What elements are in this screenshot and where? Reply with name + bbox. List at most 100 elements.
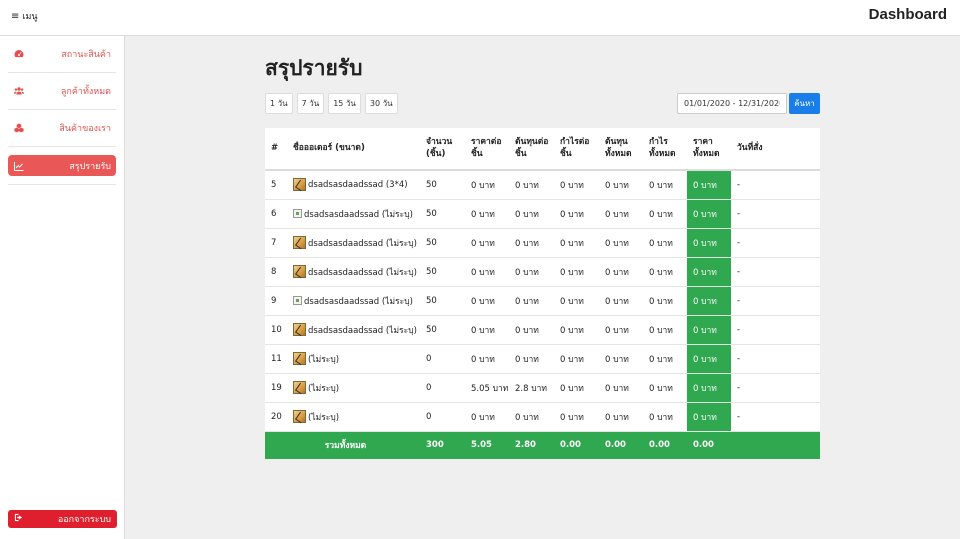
sidebar-item-revenue-summary[interactable]: สรุปรายรับ — [8, 155, 116, 176]
cell-order-date: - — [731, 199, 820, 229]
revenue-table: # ชื่อออเดอร์ (ขนาด) จำนวน (ชิ้น) ราคาต่… — [265, 128, 820, 459]
logout-button[interactable]: ออกจากระบบ — [8, 510, 117, 528]
cell-total-cost: 0 บาท — [599, 170, 643, 200]
table-row: 7 dsadsasdaadssad (ไม่ระบุ) 50 0 บาท 0 บาท 0 … — [265, 228, 820, 258]
cell-order-name: (ไม่ระบุ) — [287, 402, 420, 432]
cell-unit-price: 0 บาท — [465, 286, 509, 316]
order-name-wrap: (ไม่ระบุ) — [293, 352, 420, 366]
table-row: 20 (ไม่ระบุ) 0 0 บาท 0 บาท 0 บาท 0 บาท 0 บาท 0 บ… — [265, 402, 820, 432]
cell-index: 11 — [265, 344, 287, 374]
filter-7-days-button[interactable]: 7 วัน — [296, 93, 325, 114]
cell-unit-price: 0 บาท — [465, 344, 509, 374]
header-unit-price: ราคาต่อ ชิ้น — [465, 128, 509, 171]
cell-quantity: 0 — [420, 402, 465, 432]
cell-index: 7 — [265, 228, 287, 258]
cell-unit-profit: 0 บาท — [554, 199, 599, 229]
filter-15-days-button[interactable]: 15 วัน — [328, 93, 361, 114]
product-thumbnail-icon — [293, 178, 306, 192]
cell-order-name: dsadsasdaadssad (ไม่ระบุ) — [287, 315, 420, 345]
cell-order-name: (ไม่ระบุ) — [287, 373, 420, 403]
order-name-wrap: (ไม่ระบุ) — [293, 410, 420, 424]
sidebar-item-label: สินค้าของเรา — [59, 124, 111, 134]
period-filter-group: 1 วัน 7 วัน 15 วัน 30 วัน — [265, 93, 398, 114]
cubes-icon — [13, 122, 25, 134]
header-index: # — [265, 128, 287, 171]
menu-toggle-button[interactable]: ≡ เมนู — [11, 9, 38, 23]
cell-total-cost: 0 บาท — [599, 257, 643, 287]
order-name-wrap: dsadsasdaadssad (ไม่ระบุ) — [293, 294, 420, 308]
table-row: 11 (ไม่ระบุ) 0 0 บาท 0 บาท 0 บาท 0 บาท 0 บาท 0 บ… — [265, 344, 820, 374]
totals-label: รวมทั้งหมด — [265, 431, 420, 459]
cell-order-date: - — [731, 315, 820, 345]
cell-quantity: 50 — [420, 228, 465, 258]
header-quantity: จำนวน (ชิ้น) — [420, 128, 465, 171]
cell-unit-price: 0 บาท — [465, 170, 509, 200]
brand-title: Dashboard — [868, 6, 947, 23]
sidebar-item-label: สรุปรายรับ — [69, 161, 111, 172]
cell-order-name: (ไม่ระบุ) — [287, 344, 420, 374]
cell-unit-price: 0 บาท — [465, 257, 509, 287]
search-button[interactable]: ค้นหา — [789, 93, 820, 114]
table-totals-row: รวมทั้งหมด 300 5.05 2.80 0.00 0.00 0.00 … — [265, 431, 820, 459]
top-bar: ≡ เมนู Dashboard — [0, 0, 960, 36]
cell-total-cost: 0 บาท — [599, 315, 643, 345]
cell-unit-cost: 0 บาท — [509, 257, 554, 287]
sidebar-item-label: ลูกค้าทั้งหมด — [60, 87, 111, 97]
cell-total-profit: 0 บาท — [643, 315, 687, 345]
header-order-name: ชื่อออเดอร์ (ขนาด) — [287, 128, 420, 171]
date-range-search: ค้นหา — [677, 93, 820, 114]
cell-total-profit: 0 บาท — [643, 199, 687, 229]
table-row: 5 dsadsasdaadssad (3*4) 50 0 บาท 0 บาท 0 บาท 0… — [265, 170, 820, 200]
cell-order-date: - — [731, 402, 820, 432]
cell-total-price: 0 บาท — [687, 344, 731, 374]
cell-total-cost: 0 บาท — [599, 402, 643, 432]
cell-order-name: dsadsasdaadssad (3*4) — [287, 170, 420, 200]
cell-total-profit: 0 บาท — [643, 373, 687, 403]
sidebar-item-product-status[interactable]: สถานะสินค้า — [8, 36, 116, 73]
header-unit-cost: ต้นทุนต่อ ชิ้น — [509, 128, 554, 171]
cell-quantity: 50 — [420, 199, 465, 229]
sign-out-icon — [14, 513, 23, 525]
filter-1-day-button[interactable]: 1 วัน — [265, 93, 293, 114]
cell-unit-profit: 0 บาท — [554, 344, 599, 374]
cell-order-date: - — [731, 257, 820, 287]
cell-unit-profit: 0 บาท — [554, 402, 599, 432]
cell-index: 8 — [265, 257, 287, 287]
cell-total-price: 0 บาท — [687, 402, 731, 432]
order-name-text: (ไม่ระบุ) — [308, 383, 340, 394]
table-row: 10 dsadsasdaadssad (ไม่ระบุ) 50 0 บาท 0 บาท 0… — [265, 315, 820, 345]
cell-order-name: dsadsasdaadssad (ไม่ระบุ) — [287, 257, 420, 287]
cell-unit-profit: 0 บาท — [554, 286, 599, 316]
cell-quantity: 50 — [420, 257, 465, 287]
sidebar-item-label: สถานะสินค้า — [61, 50, 111, 60]
cell-unit-price: 0 บาท — [465, 402, 509, 432]
cell-total-price: 0 บาท — [687, 286, 731, 316]
cell-order-date: - — [731, 228, 820, 258]
main-content: สรุปรายรับ 1 วัน 7 วัน 15 วัน 30 วัน ค้น… — [265, 52, 820, 459]
cell-total-price: 0 บาท — [687, 170, 731, 200]
totals-total-cost: 0.00 — [599, 431, 643, 459]
order-name-wrap: dsadsasdaadssad (ไม่ระบุ) — [293, 265, 420, 279]
cell-unit-profit: 0 บาท — [554, 257, 599, 287]
totals-unit-profit: 0.00 — [554, 431, 599, 459]
cell-quantity: 50 — [420, 315, 465, 345]
cell-quantity: 0 — [420, 344, 465, 374]
order-name-text: dsadsasdaadssad (ไม่ระบุ) — [304, 209, 413, 220]
sidebar-item-all-customers[interactable]: ลูกค้าทั้งหมด — [8, 73, 116, 110]
date-range-input[interactable] — [677, 93, 787, 114]
order-name-wrap: dsadsasdaadssad (ไม่ระบุ) — [293, 207, 420, 221]
cell-unit-cost: 0 บาท — [509, 344, 554, 374]
cell-total-profit: 0 บาท — [643, 344, 687, 374]
cell-quantity: 50 — [420, 286, 465, 316]
product-thumbnail-icon — [293, 352, 306, 365]
cell-total-profit: 0 บาท — [643, 228, 687, 258]
broken-image-icon — [293, 209, 302, 218]
cell-unit-cost: 0 บาท — [509, 402, 554, 432]
cell-total-profit: 0 บาท — [643, 286, 687, 316]
cell-order-date: - — [731, 170, 820, 200]
order-name-text: dsadsasdaadssad (ไม่ระบุ) — [304, 296, 413, 307]
filter-30-days-button[interactable]: 30 วัน — [364, 93, 398, 114]
tachometer-icon — [13, 48, 25, 60]
totals-total-price: 0.00 — [687, 431, 731, 459]
sidebar-item-our-products[interactable]: สินค้าของเรา — [8, 110, 116, 147]
